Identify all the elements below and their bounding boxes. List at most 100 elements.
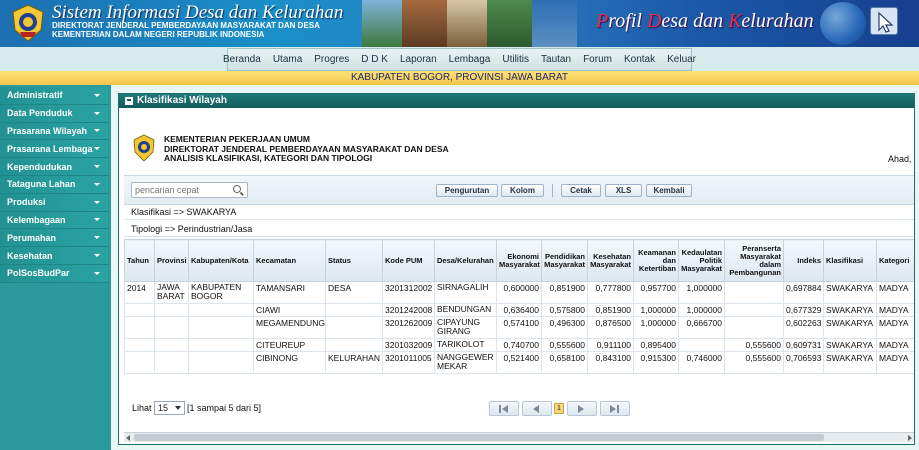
profil-desa-kelurahan-banner: Profil Desa dan Kelurahan (596, 10, 814, 32)
scrollbar-thumb[interactable] (134, 434, 824, 441)
table-cell: MADYA (876, 351, 914, 374)
last-page-icon (610, 405, 616, 413)
prev-page-icon (533, 405, 539, 413)
nav-kontak[interactable]: Kontak (618, 54, 661, 65)
table-cell: 1,000000 (678, 281, 725, 304)
sidebar-item-data-penduduk[interactable]: Data Penduduk (0, 104, 108, 123)
table-cell (124, 303, 155, 317)
chevron-down-icon (94, 254, 100, 258)
sidebar-item-polsosbudpar[interactable]: PolSosBudPar (0, 264, 108, 283)
pager-lihat-label: Lihat (132, 403, 152, 413)
table-row[interactable]: CIAWI 3201242008 BENDUNGAN 0,636400 0,575800… (124, 303, 914, 317)
sidebar-item-administratif[interactable]: Administratif (0, 87, 108, 105)
sidebar-item-kesehatan[interactable]: Kesehatan (0, 247, 108, 265)
col-header-tahun[interactable]: Tahun (124, 239, 155, 282)
report-heading: KEMENTERIAN PEKERJAAN UMUM DIREKTORAT JE… (132, 134, 449, 164)
table-cell: 1,000000 (678, 303, 725, 317)
toolbar-divider (552, 184, 553, 197)
chevron-down-icon (94, 111, 100, 115)
col-header-pendidikan[interactable]: Pendidikan Masyarakat (541, 239, 588, 282)
table-row[interactable]: MEGAMENDUNG 3201262009 CIPAYUNG GIRANG 0,57… (124, 316, 914, 339)
first-page-button[interactable] (489, 401, 519, 416)
header-photo-strip (362, 0, 577, 47)
search-icon[interactable] (233, 185, 241, 193)
table-cell: CIBINONG (253, 351, 326, 374)
quick-search-input[interactable] (132, 183, 227, 197)
col-header-ekonomi[interactable]: Ekonomi Masyarakat (496, 239, 542, 282)
horizontal-scrollbar[interactable] (124, 432, 914, 442)
nav-tautan[interactable]: Tautan (535, 54, 577, 65)
panel-title: Klasifikasi Wilayah (137, 95, 227, 106)
kemendagri-logo-icon (12, 4, 44, 42)
kolom-button[interactable]: Kolom (501, 184, 544, 197)
grid-header-row: Tahun Provinsi Kabupaten/Kota Kecamatan … (124, 239, 914, 282)
site-subtitle-1: DIREKTORAT JENDERAL PEMBERDAYAAN MASYARA… (52, 21, 320, 30)
col-header-peranserta[interactable]: Peranserta Masyarakat dalam Pembangunan (724, 239, 784, 282)
table-cell: 0,575800 (541, 303, 588, 317)
table-cell (325, 316, 383, 339)
chevron-down-icon (94, 200, 100, 204)
table-cell: 0,609731 (783, 338, 824, 352)
sidebar-item-prasarana-wilayah[interactable]: Prasarana Wilayah (0, 122, 108, 141)
col-header-kecamatan[interactable]: Kecamatan (253, 239, 326, 282)
table-cell: JAWA BARAT (154, 281, 189, 304)
kembali-button[interactable]: Kembali (646, 184, 692, 197)
sidebar-item-prasarana-lembaga[interactable]: Prasarana Lembaga (0, 140, 108, 159)
nav-beranda[interactable]: Beranda (217, 54, 267, 65)
nav-utilitis[interactable]: Utilitis (496, 54, 535, 65)
next-page-button[interactable] (567, 401, 597, 416)
table-cell: 1,000000 (633, 316, 679, 339)
table-cell: 0,706593 (783, 351, 824, 374)
table-row[interactable]: CITEUREUP 3201032009 TARIKOLOT 0,740700 0,55… (124, 338, 914, 352)
pager: Lihat 15 [1 sampai 5 dari 5] 1 (124, 395, 914, 423)
scroll-left-icon[interactable] (126, 435, 130, 441)
nav-progres[interactable]: Progres (308, 54, 355, 65)
sidebar-item-produksi[interactable]: Produksi (0, 193, 108, 212)
per-page-select[interactable]: 15 (154, 401, 185, 415)
table-row[interactable]: CIBINONG KELURAHAN 3201011005 NANGGEWER MEK… (124, 351, 914, 374)
table-cell: 0,666700 (678, 316, 725, 339)
col-header-kategori[interactable]: Kategori (876, 239, 914, 282)
col-header-klasifikasi[interactable]: Klasifikasi (823, 239, 877, 282)
nav-laporan[interactable]: Laporan (394, 54, 443, 65)
sidebar-item-tataguna-lahan[interactable]: Tataguna Lahan (0, 175, 108, 194)
sidebar-item-kependudukan[interactable]: Kependudukan (0, 158, 108, 176)
col-header-provinsi[interactable]: Provinsi (154, 239, 189, 282)
pengurutan-button[interactable]: Pengurutan (436, 184, 498, 197)
sidebar-item-kelembagaan[interactable]: Kelembagaan (0, 211, 108, 230)
table-row[interactable]: 2014 JAWA BARAT KABUPATEN BOGOR TAMANSARI DE… (124, 281, 914, 304)
nav-forum[interactable]: Forum (577, 54, 618, 65)
nav-lembaga[interactable]: Lembaga (443, 54, 497, 65)
col-header-indeks[interactable]: Indeks (783, 239, 824, 282)
col-header-kedaulatan[interactable]: Kedaulatan Politik Masyarakat (678, 239, 725, 282)
table-cell: 0,851900 (541, 281, 588, 304)
prev-page-button[interactable] (522, 401, 552, 416)
chevron-down-icon (94, 147, 100, 151)
table-cell (188, 338, 254, 352)
chevron-down-icon (94, 165, 100, 169)
last-page-button[interactable] (600, 401, 630, 416)
nav-ddk[interactable]: D D K (355, 54, 394, 65)
col-header-keamanan[interactable]: Keamanan dan Ketertiban (633, 239, 679, 282)
globe-icon (820, 2, 866, 45)
xls-button[interactable]: XLS (605, 184, 642, 197)
table-cell: 0,851900 (587, 303, 634, 317)
col-header-kabupaten[interactable]: Kabupaten/Kota (188, 239, 254, 282)
table-cell: CIAWI (253, 303, 326, 317)
col-header-desa[interactable]: Desa/Kelurahan (434, 239, 497, 282)
current-page[interactable]: 1 (554, 403, 564, 414)
chevron-down-icon (94, 271, 100, 275)
scroll-right-icon[interactable] (908, 435, 912, 441)
cetak-button[interactable]: Cetak (561, 184, 601, 197)
table-cell (154, 316, 189, 339)
col-header-status[interactable]: Status (325, 239, 383, 282)
table-cell: 0,740700 (496, 338, 542, 352)
col-header-kode-pum[interactable]: Kode PUM (382, 239, 435, 282)
nav-keluar[interactable]: Keluar (661, 54, 702, 65)
col-header-kesehatan[interactable]: Kesehatan Masyarakat (587, 239, 634, 282)
filter-klasifikasi: Klasifikasi => SWAKARYA (124, 205, 914, 220)
sidebar-item-perumahan[interactable]: Perumahan (0, 229, 108, 248)
nav-utama[interactable]: Utama (267, 54, 308, 65)
table-cell: 0,777800 (587, 281, 634, 304)
table-cell: 0,895400 (633, 338, 679, 352)
